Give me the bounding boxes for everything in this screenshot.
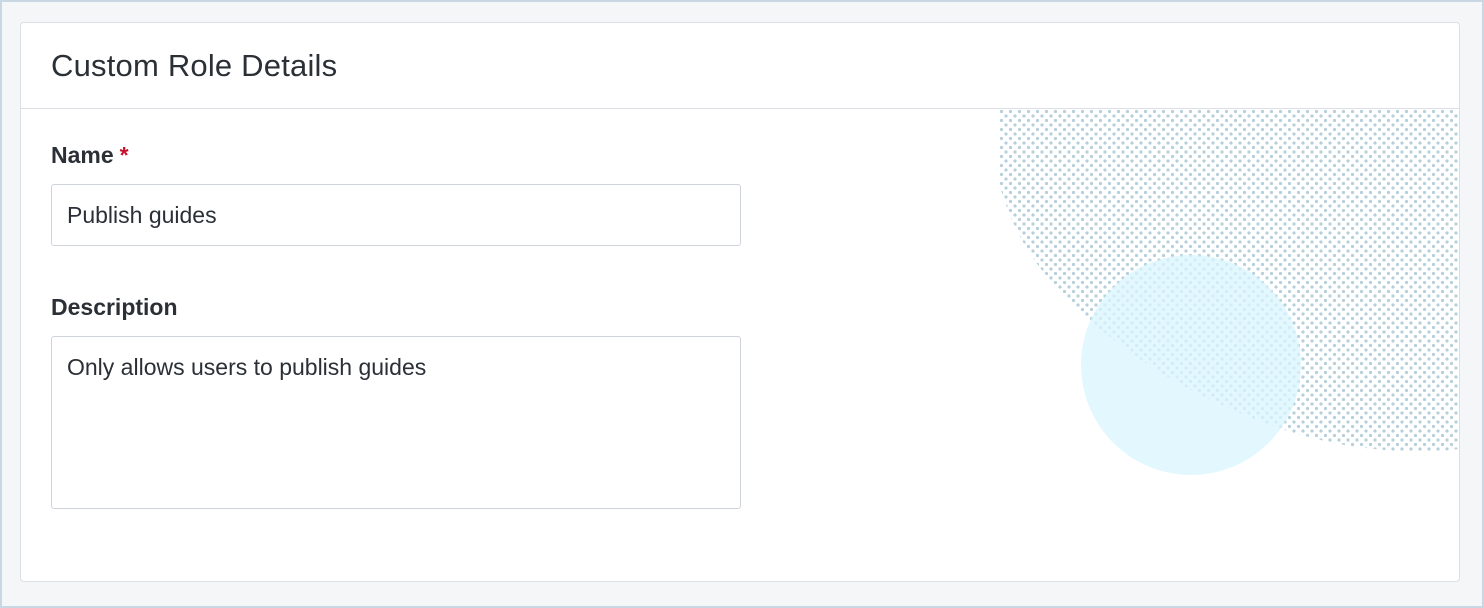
custom-role-details-card: Custom Role Details Name * Publish guide… [20,22,1460,582]
window-frame: Custom Role Details Name * Publish guide… [0,0,1484,608]
description-textarea[interactable]: Only allows users to publish guides [51,336,741,509]
accent-circle [1081,255,1301,475]
decorative-pattern [999,109,1459,475]
name-label-text: Name [51,142,114,168]
dot-pattern [999,109,1459,452]
card-title: Custom Role Details [51,47,338,83]
name-input[interactable] [51,184,741,246]
required-marker: * [119,142,129,168]
description-label: Description [51,294,178,321]
description-label-text: Description [51,294,178,320]
card-body: Name* Description Only allows users to p… [21,109,1459,581]
name-label: Name * [51,142,129,169]
card-header: Custom Role Details [21,23,1459,109]
